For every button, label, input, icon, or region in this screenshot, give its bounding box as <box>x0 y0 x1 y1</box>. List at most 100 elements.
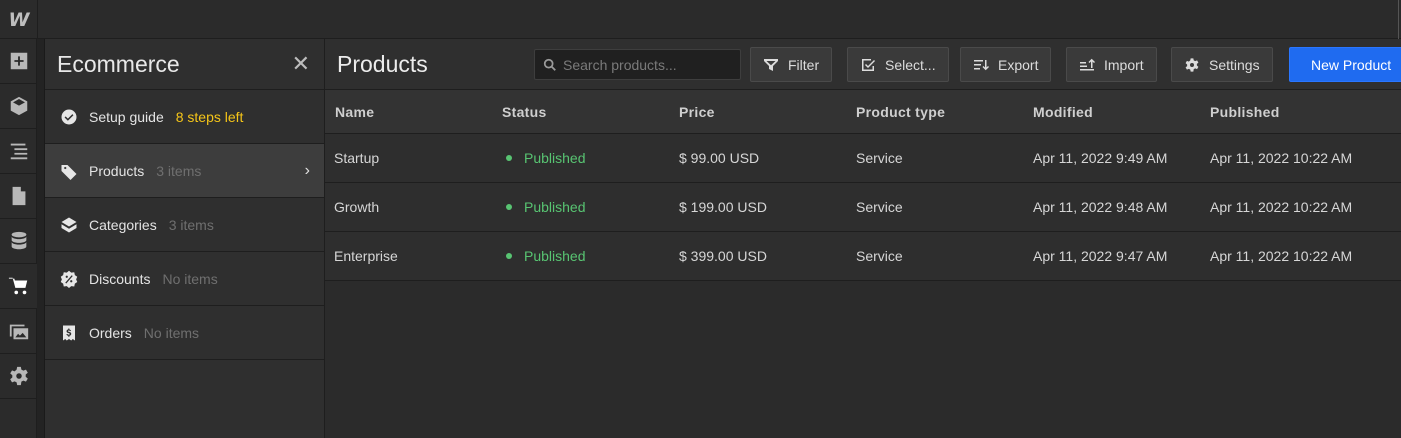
nav-item-discounts[interactable]: Discounts No items <box>45 252 324 306</box>
app-window: W Ecommerce ✕ Setup guide 8 steps left P… <box>0 0 1401 438</box>
rail-components-button[interactable] <box>0 84 37 129</box>
settings-button-label: Settings <box>1209 56 1260 73</box>
table-row[interactable]: Startup Published $ 99.00 USD Service Ap… <box>325 134 1401 183</box>
rail-pages-button[interactable] <box>0 174 37 219</box>
categories-count: 3 items <box>168 216 214 233</box>
close-icon[interactable]: ✕ <box>292 51 310 77</box>
import-button-label: Import <box>1104 56 1144 73</box>
cell-price: $ 99.00 USD <box>679 150 760 166</box>
nav-label-categories: Categories <box>89 216 157 233</box>
panel-title: Ecommerce <box>57 50 180 77</box>
cms-icon <box>11 231 26 250</box>
products-toolbar: Products Filter Select... Export Import <box>325 39 1401 90</box>
rail-gutter <box>37 39 45 438</box>
cell-product-type: Service <box>856 248 903 264</box>
nav-label-orders: Orders <box>89 324 132 341</box>
column-header-status[interactable]: Status <box>502 104 679 120</box>
nav-item-setup-guide[interactable]: Setup guide 8 steps left <box>45 90 324 144</box>
status-dot <box>506 155 512 161</box>
top-bar-divider <box>1398 0 1399 39</box>
table-row[interactable]: Growth Published $ 199.00 USD Service Ap… <box>325 183 1401 232</box>
cell-price: $ 399.00 USD <box>679 248 767 264</box>
filter-icon <box>764 58 778 71</box>
import-button[interactable]: Import <box>1066 47 1157 82</box>
navigator-icon <box>10 143 27 160</box>
column-header-price[interactable]: Price <box>679 104 856 120</box>
ecommerce-panel: Ecommerce ✕ Setup guide 8 steps left Pro… <box>45 39 325 438</box>
import-icon <box>1080 58 1095 70</box>
rail-navigator-button[interactable] <box>0 129 37 174</box>
settings-gear-icon <box>9 366 28 386</box>
cell-modified: Apr 11, 2022 9:47 AM <box>1033 248 1168 264</box>
chevron-right-icon: › <box>304 162 310 179</box>
cell-modified: Apr 11, 2022 9:49 AM <box>1033 150 1168 166</box>
column-header-product-type[interactable]: Product type <box>856 104 1033 120</box>
receipt-icon <box>59 323 79 343</box>
nav-label-products: Products <box>89 162 145 179</box>
cell-status: Published <box>502 150 679 166</box>
cell-price: $ 199.00 USD <box>679 199 767 215</box>
status-dot <box>506 204 512 210</box>
setup-steps-left: 8 steps left <box>175 108 244 125</box>
status-dot <box>506 253 512 259</box>
rail-add-button[interactable] <box>0 39 37 84</box>
assets-icon <box>9 324 28 340</box>
status-label: Published <box>524 150 586 166</box>
cell-modified: Apr 11, 2022 9:48 AM <box>1033 199 1168 215</box>
nav-item-orders[interactable]: Orders No items <box>45 306 324 360</box>
settings-button[interactable]: Settings <box>1171 47 1273 82</box>
select-button[interactable]: Select... <box>847 47 949 82</box>
category-box-icon <box>59 215 79 235</box>
discount-badge-icon <box>59 269 79 289</box>
cell-name: Enterprise <box>334 248 398 264</box>
status-badge: Published <box>502 248 679 264</box>
nav-label-discounts: Discounts <box>89 270 151 287</box>
page-title: Products <box>337 50 428 77</box>
new-product-button[interactable]: New Product <box>1289 47 1401 82</box>
status-badge: Published <box>502 199 679 215</box>
rail-settings-button[interactable] <box>0 354 37 399</box>
search-icon <box>543 58 556 71</box>
webflow-logo[interactable]: W <box>0 0 38 39</box>
cell-name: Startup <box>334 150 380 166</box>
select-button-label: Select... <box>885 56 936 73</box>
status-label: Published <box>524 199 586 215</box>
add-icon <box>10 52 27 70</box>
cell-status: Published <box>502 248 679 264</box>
cell-published: Apr 11, 2022 10:22 AM <box>1210 150 1353 166</box>
filter-button[interactable]: Filter <box>750 47 833 82</box>
products-main: Products Filter Select... Export Import <box>325 39 1401 438</box>
nav-item-categories[interactable]: Categories 3 items <box>45 198 324 252</box>
rail-assets-button[interactable] <box>0 309 37 354</box>
check-circle-icon <box>59 107 79 127</box>
top-bar: W <box>0 0 1401 39</box>
export-icon <box>974 59 989 70</box>
pages-icon <box>12 186 25 206</box>
export-button[interactable]: Export <box>960 47 1052 82</box>
nav-label-setup-guide: Setup guide <box>89 108 164 125</box>
cell-status: Published <box>502 199 679 215</box>
panel-header: Ecommerce ✕ <box>45 39 324 90</box>
discounts-count: No items <box>162 270 218 287</box>
cell-published: Apr 11, 2022 10:22 AM <box>1210 248 1353 264</box>
rail-cms-button[interactable] <box>0 219 37 264</box>
tag-icon <box>59 161 79 181</box>
cell-published: Apr 11, 2022 10:22 AM <box>1210 199 1353 215</box>
orders-count: No items <box>143 324 200 341</box>
cart-icon <box>8 277 27 295</box>
column-header-published[interactable]: Published <box>1210 104 1387 120</box>
column-header-modified[interactable]: Modified <box>1033 104 1210 120</box>
nav-item-products[interactable]: Products 3 items › <box>45 144 324 198</box>
box-icon <box>10 96 27 116</box>
products-count: 3 items <box>156 162 202 179</box>
rail-ecommerce-button[interactable] <box>0 264 37 309</box>
cell-product-type: Service <box>856 199 903 215</box>
status-badge: Published <box>502 150 679 166</box>
table-row[interactable]: Enterprise Published $ 399.00 USD Servic… <box>325 232 1401 281</box>
filter-button-label: Filter <box>788 56 820 73</box>
search-input[interactable] <box>563 56 733 73</box>
gear-icon <box>1185 57 1199 72</box>
search-box[interactable] <box>534 49 741 80</box>
column-header-name[interactable]: Name <box>325 104 502 120</box>
export-button-label: Export <box>998 56 1039 73</box>
